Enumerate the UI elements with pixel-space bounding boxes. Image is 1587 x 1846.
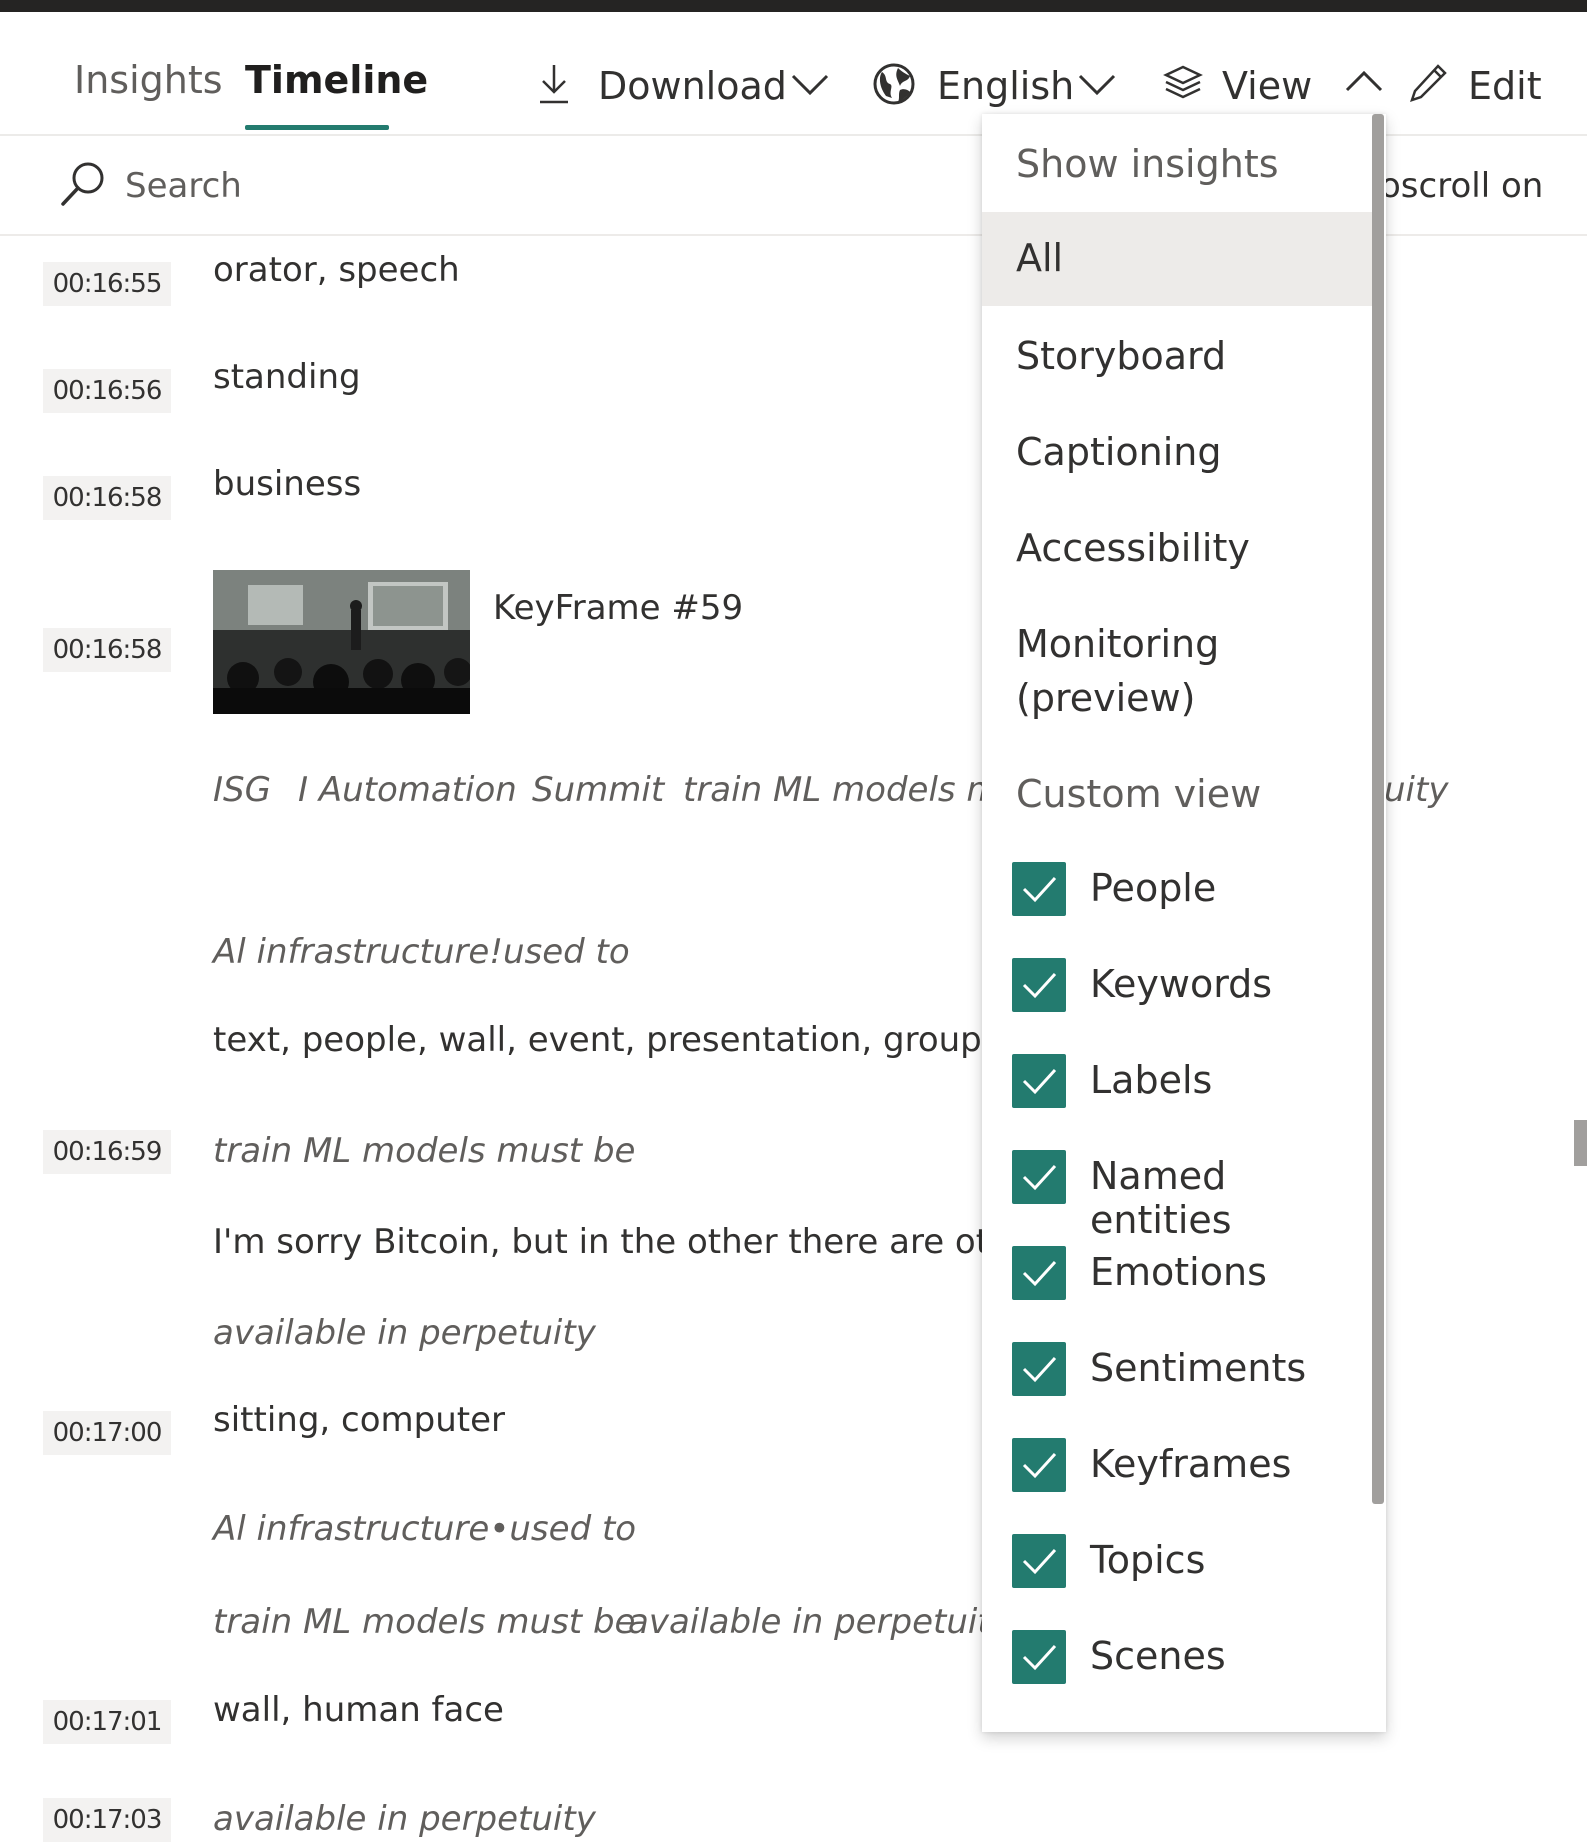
timeline-keywords: sitting, computer: [213, 1400, 505, 1440]
checkbox-checked[interactable]: [1012, 1534, 1066, 1588]
ocr-text: Al infrastructure•used to: [213, 1509, 637, 1549]
language-selector[interactable]: English: [937, 62, 1074, 110]
window-top-bar: [0, 0, 1587, 12]
ocr-text: Summit: [532, 770, 665, 810]
chevron-down-icon[interactable]: [1077, 72, 1117, 98]
checkbox-emotions[interactable]: Emotions: [982, 1246, 1372, 1306]
chevron-down-icon[interactable]: [790, 72, 830, 98]
edit-pencil-icon[interactable]: [1408, 62, 1448, 104]
chevron-up-icon[interactable]: [1344, 68, 1384, 94]
checkmark-icon: [1022, 1068, 1057, 1095]
checkmark-icon: [1022, 1644, 1057, 1671]
checkbox-named-entities[interactable]: Named entities: [982, 1150, 1372, 1242]
checkbox-checked[interactable]: [1012, 958, 1066, 1012]
checkmark-icon: [1022, 1548, 1057, 1575]
checkbox-sentiments[interactable]: Sentiments: [982, 1342, 1372, 1402]
download-button[interactable]: Download: [598, 62, 787, 110]
checkmark-icon: [1022, 1452, 1057, 1479]
checkmark-icon: [1022, 972, 1057, 999]
timestamp[interactable]: 00:17:01: [43, 1700, 171, 1744]
view-dropdown-menu: Show insights All Storyboard Captioning …: [982, 114, 1386, 1732]
timestamp[interactable]: 00:16:56: [43, 369, 171, 413]
tab-timeline[interactable]: Timeline: [245, 57, 428, 103]
ocr-text: train ML models mu: [683, 770, 1022, 810]
checkbox-labels[interactable]: Labels: [982, 1054, 1372, 1114]
timestamp[interactable]: 00:17:00: [43, 1411, 171, 1455]
checkbox-checked[interactable]: [1012, 862, 1066, 916]
download-icon[interactable]: [537, 62, 571, 106]
menu-item-accessibility[interactable]: Accessibility: [982, 526, 1372, 586]
checkbox-checked[interactable]: [1012, 1438, 1066, 1492]
menu-item-monitoring-preview[interactable]: Monitoring (preview): [982, 622, 1372, 732]
edit-button[interactable]: Edit: [1468, 62, 1542, 110]
menu-item-captioning[interactable]: Captioning: [982, 430, 1372, 490]
checkbox-keywords[interactable]: Keywords: [982, 958, 1372, 1018]
autoscroll-toggle-label[interactable]: oscroll on: [1380, 166, 1543, 206]
keyframe-image: [213, 570, 470, 714]
checkbox-people[interactable]: People: [982, 862, 1372, 922]
checkmark-icon: [1022, 1164, 1057, 1191]
timeline-keywords: orator, speech: [213, 250, 460, 290]
ocr-text: ISG: [213, 770, 271, 810]
menu-item-storyboard[interactable]: Storyboard: [982, 334, 1372, 394]
timestamp[interactable]: 00:16:58: [43, 628, 171, 672]
globe-icon[interactable]: [872, 62, 916, 106]
timestamp[interactable]: 00:16:58: [43, 476, 171, 520]
menu-item-all[interactable]: All: [982, 212, 1372, 306]
transcript-line: I'm sorry Bitcoin, but in the other ther…: [213, 1222, 1076, 1262]
menu-header-custom-view: Custom view: [1016, 772, 1262, 816]
ocr-text: uity: [1384, 770, 1449, 810]
active-tab-indicator: [245, 125, 389, 130]
search-icon: [61, 162, 104, 206]
keyframe-label: KeyFrame #59: [493, 588, 744, 628]
timestamp[interactable]: 00:17:03: [43, 1798, 171, 1842]
checkmark-icon: [1022, 1260, 1057, 1287]
view-button[interactable]: View: [1222, 62, 1312, 110]
checkbox-checked[interactable]: [1012, 1150, 1066, 1204]
keyframe-thumbnail[interactable]: [213, 570, 470, 714]
checkbox-checked[interactable]: [1012, 1630, 1066, 1684]
timeline-keywords: wall, human face: [213, 1690, 504, 1730]
timeline-labels: text, people, wall, event, presentation,…: [213, 1020, 1056, 1060]
ocr-text: available in perpetuity: [628, 1602, 1011, 1642]
checkbox-checked[interactable]: [1012, 1342, 1066, 1396]
checkbox-checked[interactable]: [1012, 1246, 1066, 1300]
layers-icon[interactable]: [1163, 64, 1203, 100]
checkbox-checked[interactable]: [1012, 1054, 1066, 1108]
tab-insights[interactable]: Insights: [74, 57, 223, 103]
search-input[interactable]: Search: [125, 166, 242, 206]
page-scrollbar-thumb[interactable]: [1574, 1120, 1587, 1166]
checkbox-scenes[interactable]: Scenes: [982, 1630, 1372, 1690]
checkbox-keyframes[interactable]: Keyframes: [982, 1438, 1372, 1498]
ocr-text: available in perpetuity: [213, 1313, 596, 1353]
ocr-text: available in perpetuity: [213, 1799, 596, 1839]
checkmark-icon: [1022, 876, 1057, 903]
timeline-keywords: business: [213, 464, 362, 504]
timestamp[interactable]: 00:16:59: [43, 1130, 171, 1174]
ocr-text: train ML models must be: [213, 1131, 636, 1171]
ocr-text: train ML models must be: [213, 1602, 636, 1642]
checkmark-icon: [1022, 1356, 1057, 1383]
menu-scrollbar-thumb[interactable]: [1372, 114, 1384, 1504]
ocr-text: Al infrastructure!used to: [213, 932, 630, 972]
menu-header-show-insights: Show insights: [1016, 142, 1279, 186]
checkbox-topics[interactable]: Topics: [982, 1534, 1372, 1594]
ocr-text: I Automation: [298, 770, 517, 810]
timestamp[interactable]: 00:16:55: [43, 262, 171, 306]
timeline-keywords: standing: [213, 357, 361, 397]
